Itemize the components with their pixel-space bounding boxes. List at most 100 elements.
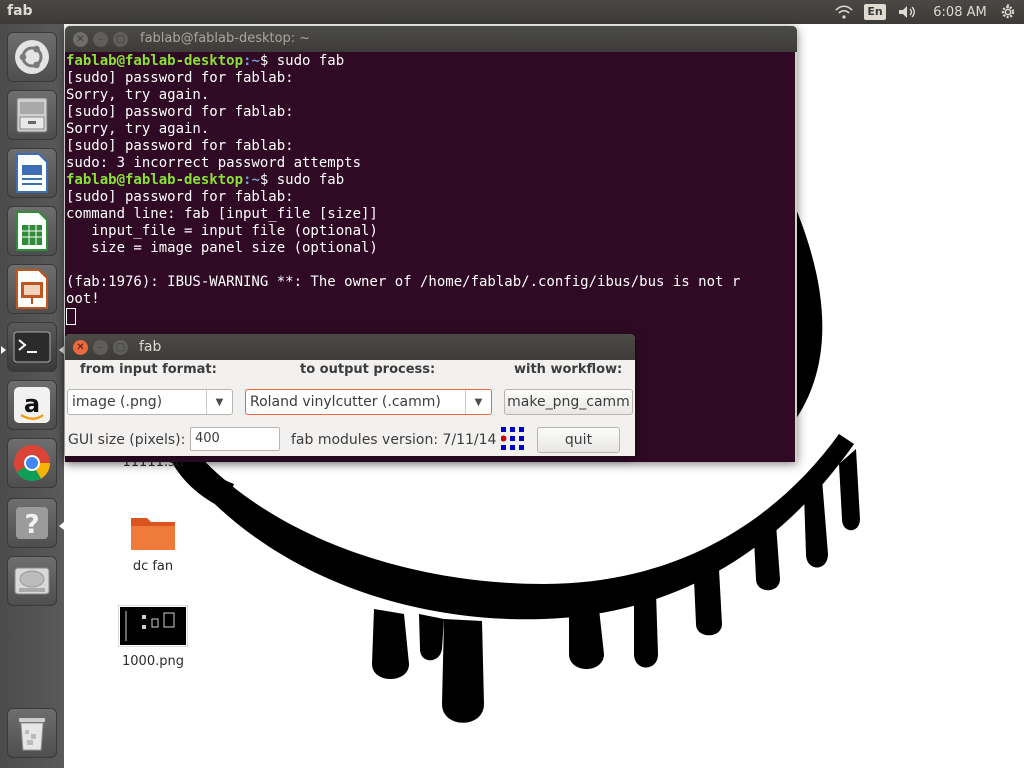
terminal-line: fablab@fablab-desktop:~$ sudo fab: [66, 172, 797, 189]
terminal-title: fablab@fablab-desktop: ~: [140, 31, 311, 46]
terminal-line: oot!: [66, 291, 797, 308]
output-text: [sudo] password for fablab:: [66, 104, 294, 120]
fab-window[interactable]: ✕ – ▢ fab from input format: to output p…: [65, 334, 635, 456]
hard-disk-icon: [14, 567, 50, 595]
trash-icon: [19, 718, 45, 751]
image-thumbnail-icon: [117, 604, 189, 648]
output-text: oot!: [66, 291, 100, 307]
desktop-icon-label: 1000.png: [122, 654, 184, 669]
volume-icon: [899, 6, 915, 18]
launcher-disks[interactable]: [7, 556, 57, 606]
clock-indicator[interactable]: 6:08 AM: [928, 0, 992, 24]
output-text: size = image panel size (optional): [66, 240, 378, 256]
output-text: (fab:1976): IBUS-WARNING **: The owner o…: [66, 274, 741, 290]
fab-maximize-button[interactable]: ▢: [113, 340, 128, 355]
wifi-icon: [835, 5, 853, 19]
terminal-line: Sorry, try again.: [66, 87, 797, 104]
output-process-label: to output process:: [300, 362, 436, 377]
launcher-terminal[interactable]: [7, 322, 57, 372]
terminal-line: (fab:1976): IBUS-WARNING **: The owner o…: [66, 274, 797, 291]
terminal-line: [sudo] password for fablab:: [66, 189, 797, 206]
maximize-icon: ▢: [115, 33, 126, 45]
quit-button[interactable]: quit: [537, 427, 620, 453]
active-indicator: [59, 346, 64, 354]
terminal-line: fablab@fablab-desktop:~$ sudo fab: [66, 53, 797, 70]
active-indicator: [59, 522, 64, 530]
terminal-minimize-button[interactable]: –: [93, 32, 108, 47]
close-icon: ✕: [76, 33, 85, 45]
terminal-titlebar[interactable]: ✕ – ▢ fablab@fablab-desktop: ~: [65, 26, 797, 52]
terminal-cursor-line: [66, 308, 797, 325]
launcher: a ?: [0, 24, 64, 768]
output-text: Sorry, try again.: [66, 121, 210, 137]
close-icon: ✕: [76, 341, 85, 353]
impress-presentation-icon: [16, 269, 48, 309]
launcher-writer[interactable]: [7, 148, 57, 198]
fab-title: fab: [139, 339, 162, 355]
desktop-icon-label: dc fan: [132, 559, 174, 574]
desktop-icon-dc-fan[interactable]: dc fan: [108, 512, 198, 574]
help-icon: ?: [16, 507, 48, 540]
terminal-cursor: [66, 308, 76, 325]
prompt-user: fablab@fablab-desktop: [66, 172, 244, 188]
terminal-line: [sudo] password for fablab:: [66, 138, 797, 155]
fab-minimize-button[interactable]: –: [93, 340, 108, 355]
chevron-down-icon[interactable]: ▼: [465, 390, 491, 414]
launcher-ubuntu-dash[interactable]: [7, 32, 57, 82]
fab-close-button[interactable]: ✕: [73, 340, 88, 355]
launcher-impress[interactable]: [7, 264, 57, 314]
output-process-value: Roland vinylcutter (.camm): [250, 394, 441, 410]
chevron-down-icon[interactable]: ▼: [206, 390, 232, 414]
fab-titlebar[interactable]: ✕ – ▢ fab: [65, 334, 635, 360]
folder-icon: [131, 518, 175, 550]
running-indicator: [1, 346, 6, 354]
terminal-scrollbar[interactable]: [795, 52, 797, 462]
terminal-icon: [13, 331, 51, 363]
keyboard-indicator[interactable]: En: [863, 0, 887, 24]
ubuntu-logo-icon: [15, 40, 49, 74]
prompt-command: $ sudo fab: [259, 53, 345, 69]
gui-size-label: GUI size (pixels):: [68, 432, 186, 448]
svg-text:?: ?: [24, 510, 39, 540]
output-text: sudo: 3 incorrect password attempts: [66, 155, 362, 171]
input-format-select[interactable]: image (.png) ▼: [67, 389, 233, 415]
version-label: fab modules version: 7/11/14: [291, 432, 497, 448]
output-text: command line: fab [input_file [size]]: [66, 206, 378, 222]
fab-logo-icon: [501, 427, 524, 450]
network-indicator[interactable]: [832, 0, 856, 24]
launcher-help[interactable]: ?: [7, 498, 57, 548]
top-panel: fab En 6:08 AM: [0, 0, 1024, 24]
terminal-line: [sudo] password for fablab:: [66, 70, 797, 87]
sound-indicator[interactable]: [895, 0, 919, 24]
chrome-icon: [14, 445, 51, 482]
output-text: Sorry, try again.: [66, 87, 210, 103]
session-indicator[interactable]: [996, 0, 1020, 24]
launcher-amazon[interactable]: a: [7, 380, 57, 430]
desktop-icon-png[interactable]: 1000.png: [108, 604, 198, 669]
output-text: [sudo] password for fablab:: [66, 189, 294, 205]
output-text: input_file = input file (optional): [66, 223, 378, 239]
amazon-icon: a: [14, 387, 50, 423]
terminal-line: command line: fab [input_file [size]]: [66, 206, 797, 223]
file-cabinet-icon: [16, 97, 48, 133]
launcher-chrome[interactable]: [7, 438, 57, 488]
output-text: [sudo] password for fablab:: [66, 70, 294, 86]
prompt-path: :~: [243, 172, 260, 188]
active-app-title: fab: [7, 3, 33, 19]
terminal-close-button[interactable]: ✕: [73, 32, 88, 47]
workflow-button[interactable]: make_png_camm: [504, 389, 633, 415]
terminal-output[interactable]: fablab@fablab-desktop:~$ sudo fab [sudo] …: [65, 52, 797, 325]
launcher-calc[interactable]: [7, 206, 57, 256]
prompt-user: fablab@fablab-desktop: [66, 53, 244, 69]
terminal-maximize-button[interactable]: ▢: [113, 32, 128, 47]
launcher-trash[interactable]: [7, 708, 57, 758]
keyboard-layout-badge: En: [864, 4, 886, 20]
output-process-select[interactable]: Roland vinylcutter (.camm) ▼: [245, 389, 492, 415]
workflow-label: with workflow:: [514, 362, 623, 377]
launcher-files[interactable]: [7, 90, 57, 140]
gui-size-input[interactable]: 400: [190, 427, 280, 451]
terminal-line: sudo: 3 incorrect password attempts: [66, 155, 797, 172]
terminal-line: [sudo] password for fablab:: [66, 104, 797, 121]
input-format-label: from input format:: [80, 362, 217, 377]
